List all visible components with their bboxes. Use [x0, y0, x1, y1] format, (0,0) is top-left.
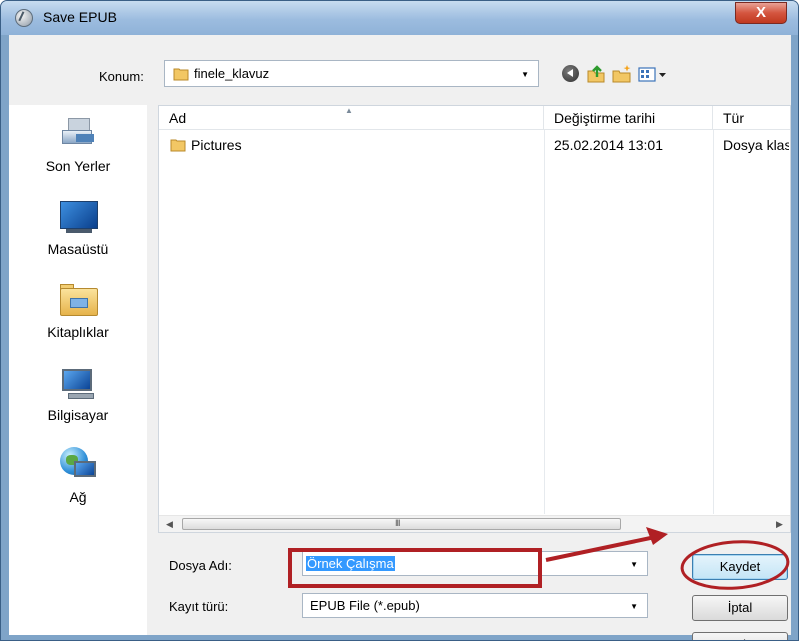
filetype-select[interactable]: EPUB File (*.epub) ▼	[302, 593, 648, 618]
recent-places-icon	[58, 114, 98, 152]
sort-ascending-icon: ▲	[345, 106, 353, 115]
sidebar-item-label: Ağ	[69, 489, 87, 505]
window-title: Save EPUB	[43, 9, 117, 25]
column-divider	[713, 130, 714, 514]
up-folder-icon	[587, 65, 605, 83]
sidebar-item-network[interactable]: Ağ	[9, 445, 147, 505]
chevron-down-icon: ▼	[630, 602, 638, 611]
libraries-icon	[58, 280, 98, 318]
filename-value: Örnek Çalışma	[306, 556, 395, 571]
sidebar-item-label: Kitaplıklar	[47, 324, 109, 340]
places-sidebar: Son Yerler Masaüstü Kitaplıklar Bilgisay…	[9, 105, 147, 635]
sidebar-item-desktop[interactable]: Masaüstü	[9, 197, 147, 257]
column-header-label: Tür	[723, 110, 744, 126]
back-button[interactable]	[560, 63, 582, 85]
file-date: 25.02.2014 13:01	[554, 137, 663, 153]
save-dialog-window: Save EPUB X Konum: finele_klavuz ▼ Son Y…	[0, 0, 799, 641]
close-button[interactable]: X	[735, 2, 787, 24]
sidebar-item-label: Masaüstü	[47, 241, 109, 257]
scroll-right-icon[interactable]: ▶	[776, 519, 783, 530]
app-icon	[15, 9, 33, 27]
new-folder-button[interactable]	[611, 63, 633, 85]
views-button[interactable]	[637, 63, 673, 85]
dialog-client-area: Konum: finele_klavuz ▼ Son Yerler Masaüs…	[9, 35, 791, 640]
filetype-label: Kayıt türü:	[169, 599, 229, 614]
file-type: Dosya klasörü	[723, 137, 789, 153]
folder-icon	[173, 68, 189, 81]
desktop-icon	[58, 197, 98, 235]
column-header-date[interactable]: Değiştirme tarihi	[544, 106, 713, 130]
save-button[interactable]: Kaydet	[692, 554, 788, 580]
horizontal-scrollbar[interactable]: ◀ III ▶	[159, 515, 790, 532]
sidebar-item-libraries[interactable]: Kitaplıklar	[9, 280, 147, 340]
sidebar-item-recent-places[interactable]: Son Yerler	[9, 114, 147, 174]
scrollbar-thumb[interactable]: III	[182, 518, 621, 530]
up-folder-button[interactable]	[585, 63, 607, 85]
location-combo[interactable]: finele_klavuz ▼	[164, 60, 539, 87]
list-item[interactable]: Pictures 25.02.2014 13:01 Dosya klasörü	[159, 134, 790, 156]
location-value: finele_klavuz	[194, 66, 270, 81]
column-header-type[interactable]: Tür	[713, 106, 790, 130]
column-divider	[544, 130, 545, 514]
file-list[interactable]: ▲ Ad Değiştirme tarihi Tür Pictures 25.0…	[158, 105, 791, 533]
sidebar-item-label: Bilgisayar	[47, 407, 109, 423]
scroll-left-icon[interactable]: ◀	[166, 519, 173, 530]
sidebar-item-computer[interactable]: Bilgisayar	[9, 363, 147, 423]
cancel-button[interactable]: İptal	[692, 595, 788, 621]
column-header-name[interactable]: ▲ Ad	[159, 106, 544, 130]
chevron-down-icon: ▼	[521, 70, 529, 79]
filename-label: Dosya Adı:	[169, 558, 232, 573]
folder-icon	[170, 139, 186, 152]
location-label: Konum:	[99, 69, 144, 84]
computer-icon	[58, 363, 98, 401]
back-icon	[562, 65, 579, 82]
column-header-row: ▲ Ad Değiştirme tarihi Tür	[159, 106, 790, 130]
title-bar[interactable]: Save EPUB X	[1, 1, 798, 35]
views-icon	[638, 67, 666, 82]
filename-input[interactable]: Örnek Çalışma ▼	[302, 551, 648, 576]
network-icon	[58, 445, 98, 483]
column-header-label: Değiştirme tarihi	[554, 110, 656, 126]
filetype-value: EPUB File (*.epub)	[310, 598, 420, 613]
file-name: Pictures	[191, 137, 242, 153]
scrollbar-grip: III	[395, 518, 400, 528]
column-header-label: Ad	[169, 110, 187, 126]
new-folder-icon	[612, 65, 631, 83]
sidebar-item-label: Son Yerler	[45, 158, 111, 174]
chevron-down-icon[interactable]: ▼	[630, 560, 638, 569]
help-button[interactable]: Yardım	[692, 632, 788, 640]
